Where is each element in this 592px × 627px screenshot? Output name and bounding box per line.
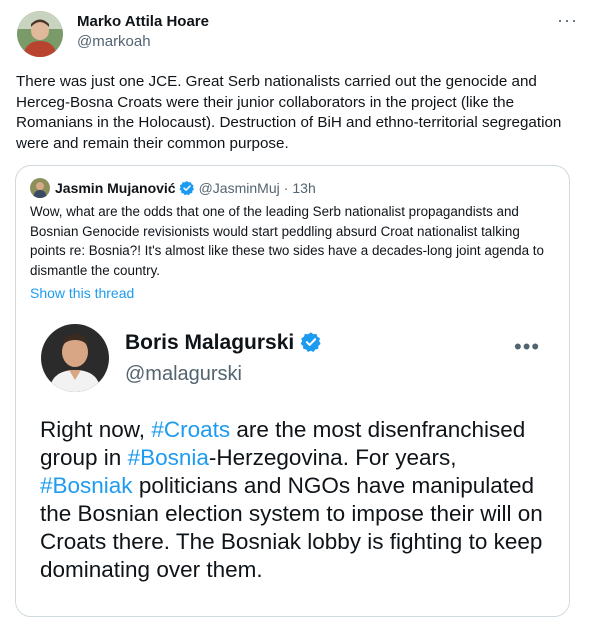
text-segment: Right now, <box>40 417 152 442</box>
quoted-author-handle[interactable]: @JasminMuj <box>199 179 280 197</box>
embedded-tweet-text: Right now, #Croats are the most disenfra… <box>40 416 552 584</box>
text-segment: -Herzegovina. For years, <box>208 445 457 470</box>
author-avatar[interactable] <box>17 11 63 57</box>
tweet: Marko Attila Hoare @markoah ··· There wa… <box>0 0 592 627</box>
embedded-tweet-image[interactable]: Boris Malagurski @malagurski ••• Right n… <box>16 310 569 616</box>
quoted-author-avatar[interactable] <box>30 178 50 198</box>
tweet-text: There was just one JCE. Great Serb natio… <box>16 73 562 152</box>
show-thread-link[interactable]: Show this thread <box>30 284 134 302</box>
quoted-tweet-header: Jasmin Mujanović @JasminMuj · 13h <box>30 178 316 198</box>
verified-badge-icon <box>179 181 194 196</box>
hashtag-bosniak: #Bosniak <box>40 473 133 498</box>
embedded-author-handle: @malagurski <box>125 363 243 385</box>
embedded-author-name: Boris Malagurski <box>125 330 326 356</box>
hashtag-croats: #Croats <box>151 417 231 442</box>
more-options-icon: ••• <box>514 334 541 359</box>
hashtag-bosnia: #Bosnia <box>127 445 209 470</box>
quoted-author-name[interactable]: Jasmin Mujanović <box>55 179 176 197</box>
author-handle[interactable]: @markoah <box>77 32 209 52</box>
embedded-author-avatar <box>41 324 109 392</box>
author-name[interactable]: Marko Attila Hoare <box>77 12 209 32</box>
quoted-tweet[interactable]: Jasmin Mujanović @JasminMuj · 13h Wow, w… <box>15 165 570 617</box>
verified-badge-icon <box>300 332 321 352</box>
separator-dot: · <box>283 180 289 196</box>
quoted-tweet-time[interactable]: 13h <box>292 179 315 197</box>
more-options-icon[interactable]: ··· <box>557 11 578 29</box>
author-info: Marko Attila Hoare @markoah <box>77 12 209 52</box>
quoted-tweet-text: Wow, what are the odds that one of the l… <box>30 204 544 278</box>
embedded-author-name-text: Boris Malagurski <box>125 331 295 354</box>
